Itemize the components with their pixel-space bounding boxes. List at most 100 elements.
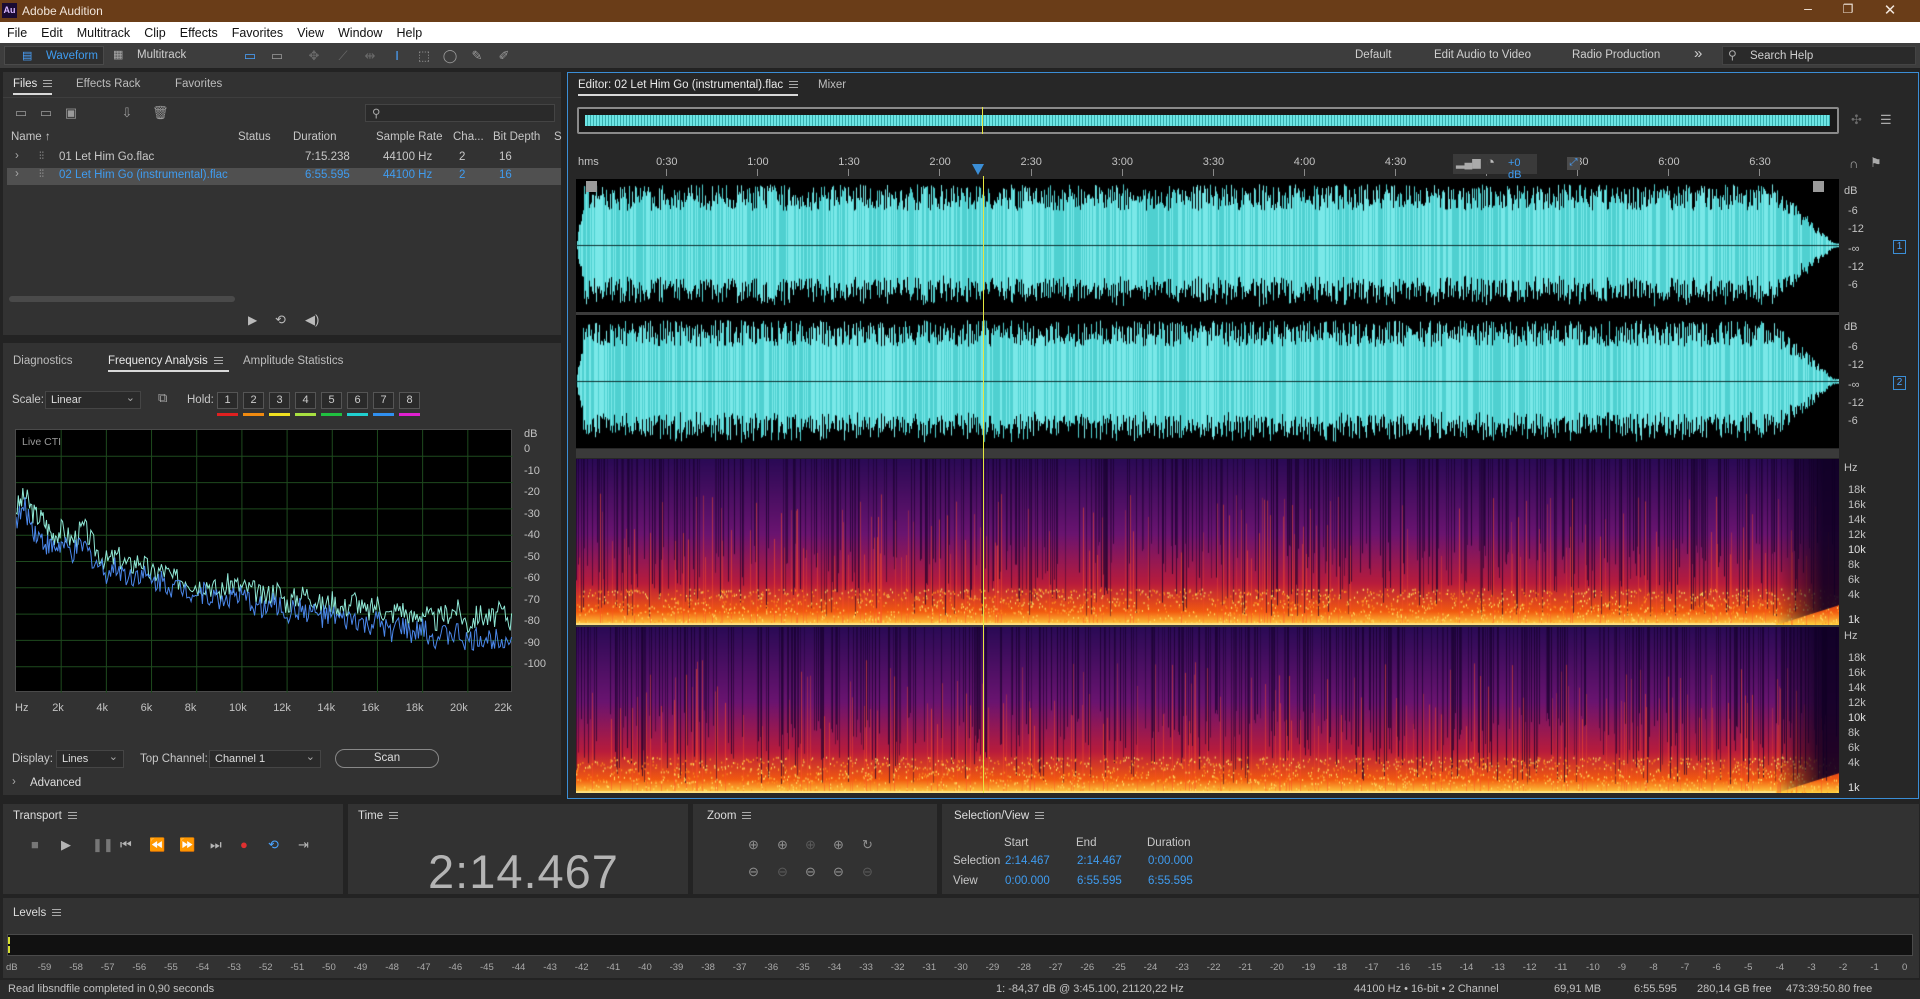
close-icon[interactable]: ✕ bbox=[1882, 1, 1898, 19]
tab-editor[interactable]: Editor: 02 Let Him Go (instrumental).fla… bbox=[578, 79, 799, 96]
hold-button-7[interactable]: 7 bbox=[373, 392, 394, 409]
zoom-out-point-icon[interactable]: ⊖ bbox=[862, 864, 873, 880]
panel-menu-icon[interactable] bbox=[389, 812, 399, 820]
stop-button[interactable]: ■ bbox=[31, 837, 39, 852]
razor-tool-icon[interactable]: ⟋ bbox=[335, 48, 351, 64]
hold-button-1[interactable]: 1 bbox=[217, 392, 238, 409]
menu-view[interactable]: View bbox=[290, 22, 331, 40]
zoom-in-amplitude-icon[interactable]: ⊕ bbox=[748, 837, 759, 853]
zoom-in-time-icon[interactable]: ⊕ bbox=[777, 837, 788, 853]
top-channel-dropdown[interactable]: Channel 1 bbox=[209, 750, 321, 768]
col-name[interactable]: Name ↑ bbox=[11, 131, 51, 143]
menu-window[interactable]: Window bbox=[331, 22, 389, 40]
zoom-to-selection-icon[interactable]: ⊖ bbox=[833, 864, 844, 880]
selection-duration[interactable]: 0:00.000 bbox=[1148, 855, 1193, 867]
restore-icon[interactable]: ❐ bbox=[1840, 2, 1856, 16]
hud-pin-icon[interactable]: ⤢ bbox=[1567, 157, 1580, 170]
zoom-out-time-icon[interactable]: ⊖ bbox=[777, 864, 788, 880]
import-file-icon[interactable]: ▭ bbox=[38, 105, 54, 121]
play-button[interactable]: ▶ bbox=[61, 837, 71, 853]
selection-start[interactable]: 2:14.467 bbox=[1005, 855, 1050, 867]
hold-button-4[interactable]: 4 bbox=[295, 392, 316, 409]
lasso-tool-icon[interactable]: ◯ bbox=[442, 48, 458, 64]
tab-amplitude-statistics[interactable]: Amplitude Statistics bbox=[243, 355, 343, 367]
panel-menu-icon[interactable] bbox=[67, 812, 77, 820]
hold-button-3[interactable]: 3 bbox=[269, 392, 290, 409]
minimize-icon[interactable]: – bbox=[1798, 0, 1818, 16]
view-end[interactable]: 6:55.595 bbox=[1077, 875, 1122, 887]
brush-tool-icon[interactable]: ✎ bbox=[469, 48, 485, 64]
tab-diagnostics[interactable]: Diagnostics bbox=[13, 355, 72, 367]
tab-mixer[interactable]: Mixer bbox=[818, 79, 846, 91]
waveform-view-button[interactable]: ▤ Waveform bbox=[4, 46, 104, 65]
channel-2-badge[interactable]: 2 bbox=[1893, 376, 1906, 390]
panel-menu-icon[interactable] bbox=[1035, 812, 1045, 820]
hold-copy-icon[interactable]: ⧉ bbox=[158, 390, 167, 406]
menu-edit[interactable]: Edit bbox=[34, 22, 70, 40]
col-duration[interactable]: Duration bbox=[293, 131, 336, 143]
panel-menu-icon[interactable] bbox=[52, 909, 62, 917]
menu-effects[interactable]: Effects bbox=[173, 22, 225, 40]
col-sample-rate[interactable]: Sample Rate bbox=[376, 131, 442, 143]
spectral-pitch-icon[interactable]: ▭ bbox=[269, 48, 285, 64]
workspace-default[interactable]: Default bbox=[1355, 49, 1391, 61]
playhead-marker[interactable] bbox=[972, 164, 984, 175]
panel-menu-icon[interactable] bbox=[43, 80, 53, 88]
search-help-field[interactable]: ⚲ Search Help bbox=[1722, 46, 1916, 65]
marker-icon[interactable]: ⚑ bbox=[1870, 155, 1882, 171]
scale-dropdown[interactable]: Linear bbox=[45, 391, 141, 409]
time-display[interactable]: 2:14.467 bbox=[428, 844, 628, 899]
tab-frequency-analysis[interactable]: Frequency Analysis bbox=[108, 355, 229, 372]
pause-button[interactable]: ❚❚ bbox=[92, 837, 114, 853]
scan-button[interactable]: Scan bbox=[335, 749, 439, 768]
spectral-frequency-icon[interactable]: ▭ bbox=[242, 48, 258, 64]
workspace-radio-production[interactable]: Radio Production bbox=[1572, 49, 1660, 61]
files-scrollbar[interactable] bbox=[9, 296, 235, 302]
slip-tool-icon[interactable]: ⇹ bbox=[362, 48, 378, 64]
fade-out-handle-icon[interactable] bbox=[1813, 181, 1824, 192]
skip-selection-button[interactable]: ⇥ bbox=[298, 837, 309, 853]
move-tool-icon[interactable]: ✥ bbox=[306, 48, 322, 64]
view-duration[interactable]: 6:55.595 bbox=[1148, 875, 1193, 887]
hold-button-2[interactable]: 2 bbox=[243, 392, 264, 409]
advanced-chevron-icon[interactable]: › bbox=[12, 776, 16, 788]
marquee-tool-icon[interactable]: ⬚ bbox=[416, 48, 432, 64]
move-to-previous-button[interactable]: ⏮ bbox=[120, 837, 132, 853]
files-search-input[interactable]: ⚲ bbox=[365, 104, 555, 122]
col-s[interactable]: S bbox=[554, 131, 562, 143]
move-to-next-button[interactable]: ⏭ bbox=[210, 837, 222, 853]
panel-menu-icon[interactable] bbox=[742, 812, 752, 820]
waveform-channel-2[interactable] bbox=[576, 315, 1839, 448]
preview-loop-icon[interactable]: ⟲ bbox=[275, 312, 286, 328]
zoom-out-full-icon[interactable]: ⊖ bbox=[805, 864, 816, 880]
tab-effects-rack[interactable]: Effects Rack bbox=[76, 78, 140, 90]
col-status[interactable]: Status bbox=[238, 131, 271, 143]
delete-file-icon[interactable]: 🗑 bbox=[152, 105, 169, 121]
col-channels[interactable]: Cha... bbox=[453, 131, 484, 143]
zoom-in-point-icon[interactable]: ⊕ bbox=[833, 837, 844, 853]
view-start[interactable]: 0:00.000 bbox=[1005, 875, 1050, 887]
selection-end[interactable]: 2:14.467 bbox=[1077, 855, 1122, 867]
tab-files[interactable]: Files bbox=[13, 78, 53, 95]
advanced-label[interactable]: Advanced bbox=[30, 777, 81, 789]
display-dropdown[interactable]: Lines bbox=[56, 750, 124, 768]
hud-knob-icon[interactable]: ◔ bbox=[1486, 154, 1495, 171]
open-file-icon[interactable]: ▭ bbox=[13, 105, 29, 121]
hud-gain[interactable]: ▂▄▆ ◔ +0 dB bbox=[1453, 154, 1537, 181]
menu-clip[interactable]: Clip bbox=[137, 22, 173, 40]
zoom-reset-icon[interactable]: ↻ bbox=[862, 837, 873, 853]
new-file-icon[interactable]: ▣ bbox=[63, 105, 79, 121]
panel-menu-icon[interactable] bbox=[213, 357, 223, 365]
col-bit-depth[interactable]: Bit Depth bbox=[493, 131, 540, 143]
spectrogram-channel-1[interactable] bbox=[576, 459, 1839, 625]
rewind-button[interactable]: ⏪ bbox=[149, 837, 165, 853]
time-selection-tool-icon[interactable]: I bbox=[389, 48, 405, 64]
time-ruler[interactable]: hms 0:30 1:00 1:30 2:00 2:30 3:00 3:30 4:00 4:30… bbox=[575, 152, 1839, 176]
expand-chevron-icon[interactable]: › bbox=[15, 168, 19, 180]
menu-favorites[interactable]: Favorites bbox=[225, 22, 290, 40]
hold-button-6[interactable]: 6 bbox=[347, 392, 368, 409]
spot-healing-icon[interactable]: ✐ bbox=[496, 48, 512, 64]
headphone-icon[interactable]: ∩ bbox=[1849, 156, 1858, 171]
multitrack-view-button[interactable]: ▦ Multitrack bbox=[110, 46, 192, 65]
menu-file[interactable]: File bbox=[0, 22, 34, 40]
